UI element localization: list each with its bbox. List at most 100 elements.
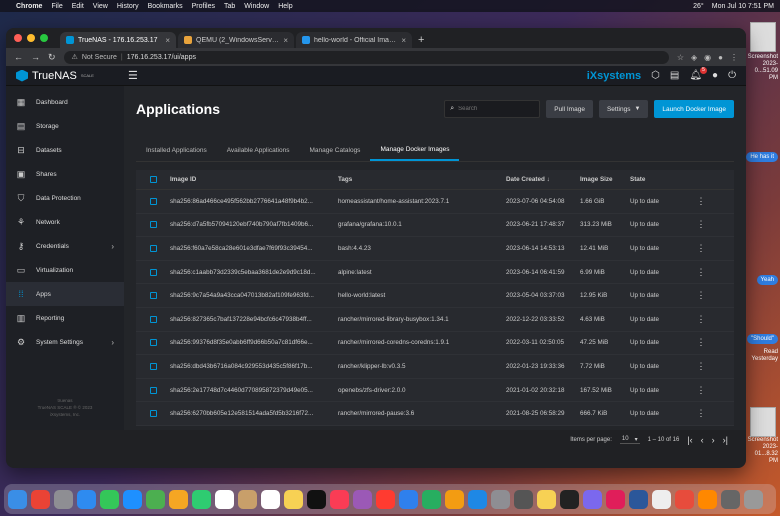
sidebar-item-credentials[interactable]: ⚷ Credentials › (6, 234, 124, 258)
extension-icon[interactable]: ◉ (704, 53, 711, 62)
table-row[interactable]: sha256:6270bb605e12e581514ada5fd5b3216f7… (136, 402, 734, 426)
first-page-icon[interactable]: |‹ (687, 435, 692, 445)
menu-bookmarks[interactable]: Bookmarks (148, 3, 183, 10)
pull-image-button[interactable]: Pull Image (546, 100, 593, 118)
sidebar-item-shares[interactable]: ▣ Shares (6, 162, 124, 186)
column-image-size[interactable]: Image Size (580, 176, 630, 183)
screenshot-thumbnail[interactable] (750, 407, 776, 437)
app-store-icon[interactable] (468, 489, 487, 509)
apple-tv-icon[interactable] (307, 489, 326, 509)
menu-history[interactable]: History (117, 3, 139, 10)
menu-toggle-icon[interactable]: ☰ (128, 69, 138, 82)
close-tab-icon[interactable]: × (283, 36, 288, 45)
row-checkbox[interactable] (149, 244, 157, 252)
row-checkbox[interactable] (149, 315, 157, 323)
profile-icon[interactable]: ● (718, 53, 723, 62)
row-checkbox[interactable] (149, 386, 157, 394)
tab-manage-docker-images[interactable]: Manage Docker Images (370, 140, 460, 161)
close-window-button[interactable] (14, 34, 22, 42)
table-row[interactable]: sha256:c1aabb73d2339c5ebaa3681de2e9d9c18… (136, 261, 734, 285)
menu-edit[interactable]: Edit (72, 3, 84, 10)
row-more-icon[interactable]: ⋮ (690, 337, 712, 348)
sidebar-item-virtualization[interactable]: ▭ Virtualization (6, 258, 124, 282)
photos-icon[interactable] (169, 489, 188, 509)
sidebar-item-data-protection[interactable]: ⛉ Data Protection (6, 186, 124, 210)
messages-icon[interactable] (100, 489, 119, 509)
row-checkbox[interactable] (149, 410, 157, 418)
account-icon[interactable]: ● (712, 70, 718, 81)
menu-help[interactable]: Help (278, 3, 292, 10)
maps-icon[interactable] (146, 489, 165, 509)
terminal-icon[interactable] (560, 489, 579, 509)
chrome-icon[interactable] (31, 489, 50, 509)
table-row[interactable]: sha256:99376d8f35e0abb6ff9d66b50a7c81df6… (136, 332, 734, 356)
calendar-icon[interactable] (215, 489, 234, 509)
jobs-icon[interactable]: ▤ (670, 70, 679, 81)
preview-icon[interactable] (652, 489, 671, 509)
screenshot-thumbnail[interactable] (750, 22, 776, 52)
truenas-logo[interactable]: TrueNAS SCALE (16, 69, 128, 82)
row-more-icon[interactable]: ⋮ (690, 361, 712, 372)
vlc-icon[interactable] (698, 489, 717, 509)
launchpad-icon[interactable] (54, 489, 73, 509)
reminders-icon[interactable] (261, 489, 280, 509)
row-checkbox[interactable] (149, 362, 157, 370)
trash-icon[interactable] (744, 489, 763, 509)
downloads-icon[interactable] (721, 489, 740, 509)
column-date-created[interactable]: Date Created ↓ (506, 176, 580, 183)
table-row[interactable]: sha256:d7a5fb57094120ebf740b790af7fb1409… (136, 214, 734, 238)
sidebar-item-system-settings[interactable]: ⚙ System Settings › (6, 330, 124, 354)
word-icon[interactable] (629, 489, 648, 509)
finder-icon[interactable] (8, 489, 27, 509)
keynote-icon[interactable] (399, 489, 418, 509)
table-row[interactable]: sha256:86ad466ce495f562bb2776641a48f9b4b… (136, 190, 734, 214)
last-page-icon[interactable]: ›| (723, 435, 728, 445)
safari-icon[interactable] (77, 489, 96, 509)
row-more-icon[interactable]: ⋮ (690, 243, 712, 254)
menu-file[interactable]: File (51, 3, 62, 10)
launch-docker-image-button[interactable]: Launch Docker Image (654, 100, 734, 118)
sidebar-item-network[interactable]: ⚘ Network (6, 210, 124, 234)
browser-tab-qemu[interactable]: QEMU (2_WindowsServer2022... × (178, 32, 294, 48)
mail-icon[interactable] (123, 489, 142, 509)
contacts-icon[interactable] (238, 489, 257, 509)
menubar-clock[interactable]: Mon Jul 10 7:51 PM (712, 3, 774, 10)
back-arrow-icon[interactable]: ← (14, 52, 23, 62)
sidebar-item-apps[interactable]: ⁞⁞ Apps (6, 282, 124, 306)
bookmark-star-icon[interactable]: ☆ (677, 53, 684, 62)
row-more-icon[interactable]: ⋮ (690, 385, 712, 396)
pages-icon[interactable] (445, 489, 464, 509)
sidebar-item-reporting[interactable]: ▥ Reporting (6, 306, 124, 330)
slack-icon[interactable] (606, 489, 625, 509)
column-tags[interactable]: Tags (338, 176, 506, 183)
tab-available-applications[interactable]: Available Applications (217, 140, 300, 161)
row-checkbox[interactable] (149, 197, 157, 205)
column-image-id[interactable]: Image ID (170, 176, 338, 183)
sidebar-item-datasets[interactable]: ⊟ Datasets (6, 138, 124, 162)
row-more-icon[interactable]: ⋮ (690, 219, 712, 230)
row-more-icon[interactable]: ⋮ (690, 314, 712, 325)
menu-app-name[interactable]: Chrome (16, 3, 42, 10)
zoom-window-button[interactable] (40, 34, 48, 42)
row-more-icon[interactable]: ⋮ (690, 196, 712, 207)
system-settings-icon[interactable] (491, 489, 510, 509)
row-more-icon[interactable]: ⋮ (690, 290, 712, 301)
close-tab-icon[interactable]: × (401, 36, 406, 45)
menu-view[interactable]: View (93, 3, 108, 10)
url-field[interactable]: ⚠ Not Secure | 176.16.253.17/ui/apps (63, 50, 669, 64)
menu-tab[interactable]: Tab (224, 3, 235, 10)
extension-icon[interactable]: ◈ (691, 53, 697, 62)
stickies-icon[interactable] (537, 489, 556, 509)
sidebar-item-dashboard[interactable]: ▦ Dashboard (6, 90, 124, 114)
next-page-icon[interactable]: › (712, 435, 715, 445)
table-row[interactable]: sha256:2e17748d7c4460d770895872379d49e05… (136, 379, 734, 403)
parallels-icon[interactable] (675, 489, 694, 509)
table-row[interactable]: sha256:827365c7baf137228e94bcfc6c47938b4… (136, 308, 734, 332)
table-row[interactable]: sha256:9c7a54a9a43cca047013b82af109fe963… (136, 284, 734, 308)
column-state[interactable]: State (630, 176, 690, 183)
news-icon[interactable] (376, 489, 395, 509)
row-checkbox[interactable] (149, 339, 157, 347)
tab-installed-applications[interactable]: Installed Applications (136, 140, 217, 161)
row-checkbox[interactable] (149, 221, 157, 229)
row-more-icon[interactable]: ⋮ (690, 408, 712, 419)
